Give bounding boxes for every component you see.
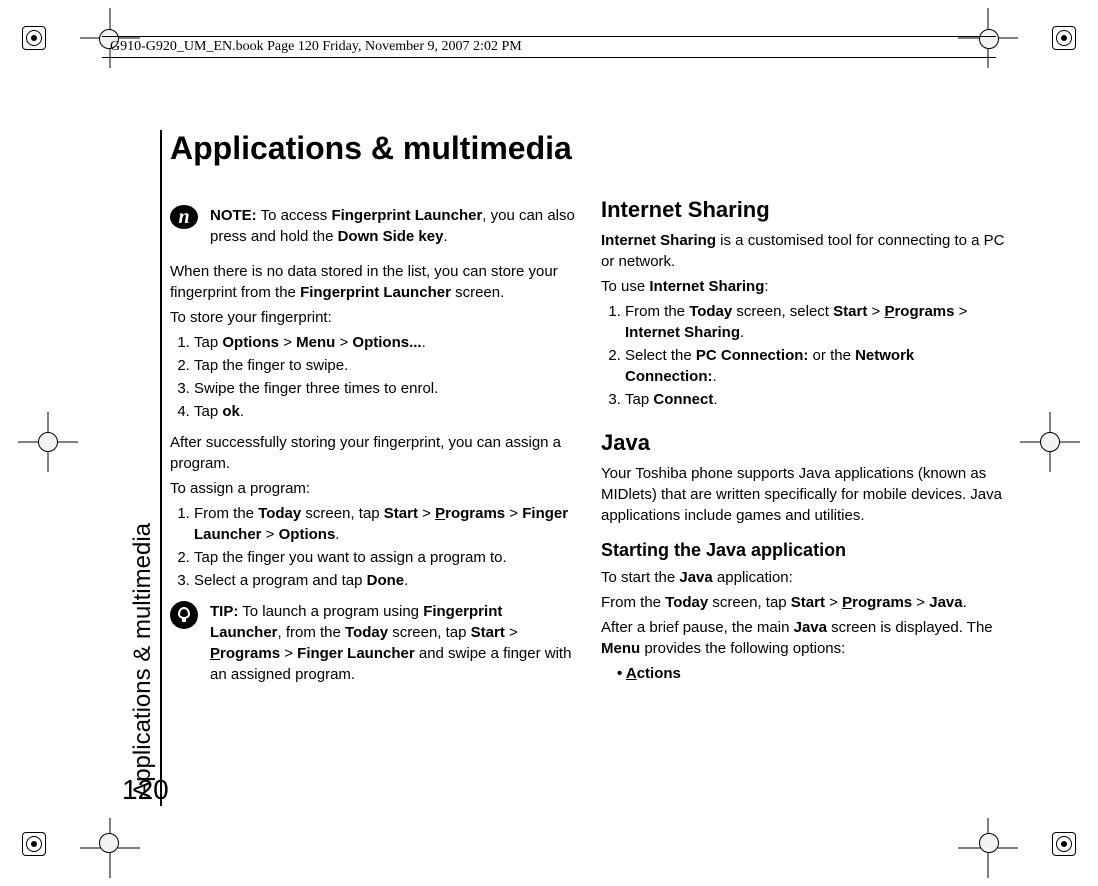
left-column: NOTE: To access Fingerprint Launcher, yo…	[170, 195, 577, 699]
body-text: To store your fingerprint:	[170, 307, 577, 328]
menu-options-list: Actions	[601, 663, 1008, 684]
note-block: NOTE: To access Fingerprint Launcher, yo…	[170, 201, 577, 247]
body-text: To assign a program:	[170, 478, 577, 499]
note-icon	[170, 205, 200, 231]
list-item: Swipe the finger three times to enrol.	[194, 378, 577, 399]
list-item: Select the PC Connection: or the Network…	[625, 345, 1008, 387]
body-text: From the Today screen, tap Start > Progr…	[601, 592, 1008, 613]
body-text: After successfully storing your fingerpr…	[170, 432, 577, 474]
list-item: Tap the finger you want to assign a prog…	[194, 547, 577, 568]
list-item: Actions	[617, 663, 1008, 684]
right-column: Internet Sharing Internet Sharing is a c…	[601, 195, 1008, 699]
page-content: Applications & multimedia 120 Applicatio…	[128, 130, 1008, 806]
list-item: Tap Options > Menu > Options....	[194, 332, 577, 353]
body-text: Internet Sharing is a customised tool fo…	[601, 230, 1008, 272]
list-item: Tap the finger to swipe.	[194, 355, 577, 376]
page-title: Applications & multimedia	[170, 130, 1008, 167]
body-text: After a brief pause, the main Java scree…	[601, 617, 1008, 659]
body-text: To use Internet Sharing:	[601, 276, 1008, 297]
internet-sharing-steps: From the Today screen, select Start > Pr…	[601, 301, 1008, 410]
tip-block: TIP: To launch a program using Fingerpri…	[170, 601, 577, 685]
section-heading: Internet Sharing	[601, 195, 1008, 226]
lightbulb-icon	[170, 601, 200, 627]
page-number: 120	[122, 774, 169, 806]
body-text: When there is no data stored in the list…	[170, 261, 577, 303]
section-heading: Java	[601, 428, 1008, 459]
running-header: G910-G920_UM_EN.book Page 120 Friday, No…	[102, 36, 996, 58]
list-item: From the Today screen, select Start > Pr…	[625, 301, 1008, 343]
header-text: G910-G920_UM_EN.book Page 120 Friday, No…	[110, 39, 522, 55]
list-item: Tap Connect.	[625, 389, 1008, 410]
body-text: Your Toshiba phone supports Java applica…	[601, 463, 1008, 526]
body-text: To start the Java application:	[601, 567, 1008, 588]
subsection-heading: Starting the Java application	[601, 538, 1008, 563]
note-text: NOTE: To access Fingerprint Launcher, yo…	[210, 205, 577, 247]
list-item: Select a program and tap Done.	[194, 570, 577, 591]
tip-text: TIP: To launch a program using Fingerpri…	[210, 601, 577, 685]
list-item: From the Today screen, tap Start > Progr…	[194, 503, 577, 545]
assign-steps: From the Today screen, tap Start > Progr…	[170, 503, 577, 591]
side-label-text: Applications & multimedia	[129, 523, 157, 798]
list-item: Tap ok.	[194, 401, 577, 422]
storefp-steps: Tap Options > Menu > Options.... Tap the…	[170, 332, 577, 422]
side-label: Applications & multimedia	[126, 130, 162, 806]
